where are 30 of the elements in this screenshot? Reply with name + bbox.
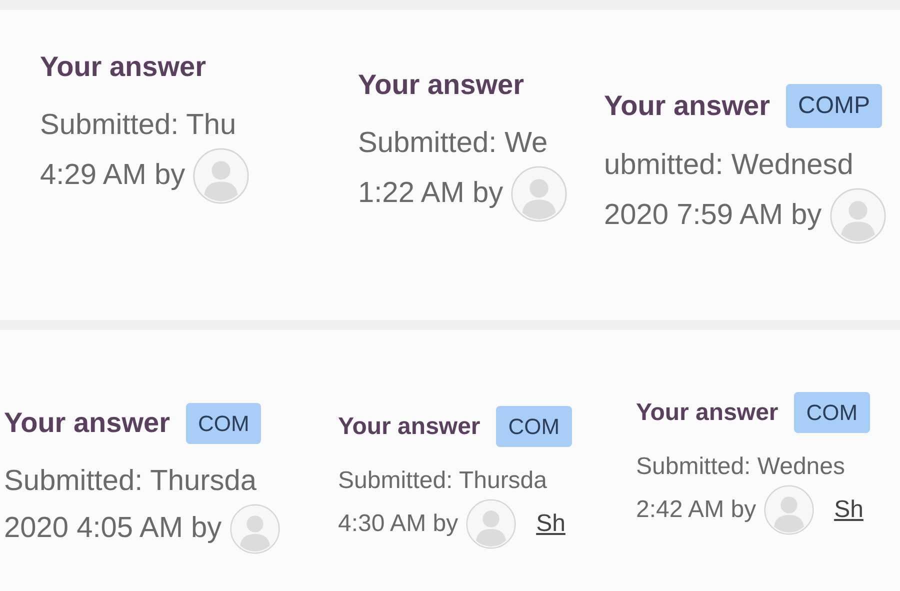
avatar-icon <box>193 148 250 204</box>
answer-heading: Your answer <box>636 398 778 428</box>
answer-heading: Your answer <box>40 50 206 84</box>
answer-heading: Your answer <box>4 406 170 440</box>
submitted-time: 2020 7:59 AM by <box>604 198 822 233</box>
status-badge: COM <box>794 392 870 433</box>
author-link[interactable]: Sh <box>536 506 566 542</box>
avatar-icon <box>511 166 568 222</box>
submitted-date: Submitted: Thu <box>40 108 238 143</box>
status-badge: COM <box>496 406 572 447</box>
submitted-date: Submitted: We <box>358 126 549 161</box>
author-link[interactable]: Sh <box>834 492 864 528</box>
submitted-time: 1:22 AM by <box>358 176 504 211</box>
answer-heading: Your answer <box>358 68 524 102</box>
submitted-date: ubmitted: Wednesd <box>604 148 854 183</box>
submitted-time: 4:29 AM by <box>40 158 186 193</box>
submitted-time: 2020 4:05 AM by <box>4 510 222 546</box>
submitted-date: Submitted: Wednes <box>636 452 846 482</box>
avatar-icon <box>830 188 886 244</box>
avatar-icon <box>466 499 516 549</box>
avatar-icon <box>764 485 814 535</box>
submitted-date: Submitted: Thursda <box>4 464 258 499</box>
submitted-time: 4:30 AM by <box>338 509 458 539</box>
submitted-time: 2:42 AM by <box>636 495 756 525</box>
status-badge: COMP <box>786 84 882 128</box>
status-badge: COM <box>186 402 262 444</box>
submitted-date: Submitted: Thursda <box>338 466 548 496</box>
answer-heading: Your answer <box>338 412 480 442</box>
answer-heading: Your answer <box>604 89 770 123</box>
avatar-icon <box>230 504 280 554</box>
